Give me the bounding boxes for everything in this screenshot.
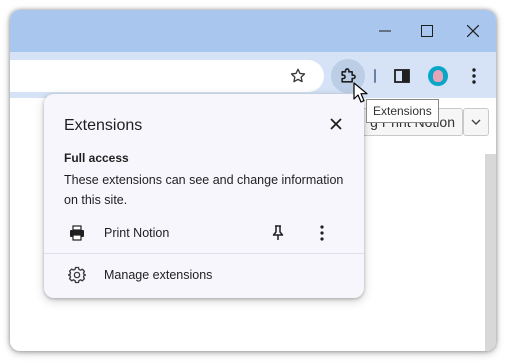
minimize-icon xyxy=(379,30,391,32)
kebab-menu-icon xyxy=(320,225,324,241)
page-scrollbar[interactable] xyxy=(485,154,496,351)
minimize-button[interactable] xyxy=(370,18,400,44)
star-icon xyxy=(290,68,306,83)
avatar-image xyxy=(433,70,443,82)
mouse-cursor-icon xyxy=(353,82,368,103)
side-panel-icon xyxy=(394,69,410,83)
toolbar-separator xyxy=(374,69,376,83)
manage-extensions-button[interactable]: Manage extensions xyxy=(44,260,364,290)
full-access-description: These extensions can see and change info… xyxy=(64,173,344,207)
printer-icon xyxy=(69,225,85,241)
close-icon xyxy=(467,25,479,37)
chevron-down-icon xyxy=(471,119,481,125)
close-window-button[interactable] xyxy=(458,18,488,44)
browser-menu-button[interactable] xyxy=(464,66,484,86)
pin-icon xyxy=(272,225,284,240)
page-dropdown-button[interactable] xyxy=(463,108,489,136)
gear-icon xyxy=(67,266,87,284)
bookmark-star-button[interactable] xyxy=(288,66,308,86)
extension-menu-button[interactable] xyxy=(312,223,332,243)
extension-name: Print Notion xyxy=(104,226,170,240)
extensions-tooltip: Extensions xyxy=(366,99,439,123)
maximize-button[interactable] xyxy=(412,18,442,44)
maximize-icon xyxy=(421,25,433,37)
manage-extensions-label: Manage extensions xyxy=(104,268,213,282)
side-panel-button[interactable] xyxy=(392,66,412,86)
popup-title: Extensions xyxy=(64,117,143,134)
popup-divider xyxy=(44,253,364,254)
popup-close-button[interactable] xyxy=(326,114,346,134)
full-access-heading: Full access xyxy=(64,151,129,165)
pin-extension-button[interactable] xyxy=(268,223,288,243)
extensions-popup: Extensions Full access These extensions … xyxy=(44,94,364,298)
browser-toolbar xyxy=(10,52,496,98)
extension-item-print-notion[interactable]: Print Notion xyxy=(44,218,364,248)
profile-avatar[interactable] xyxy=(428,66,448,86)
address-bar[interactable] xyxy=(10,60,324,92)
close-icon xyxy=(330,118,342,130)
title-bar xyxy=(10,10,496,52)
kebab-menu-icon xyxy=(472,68,476,84)
